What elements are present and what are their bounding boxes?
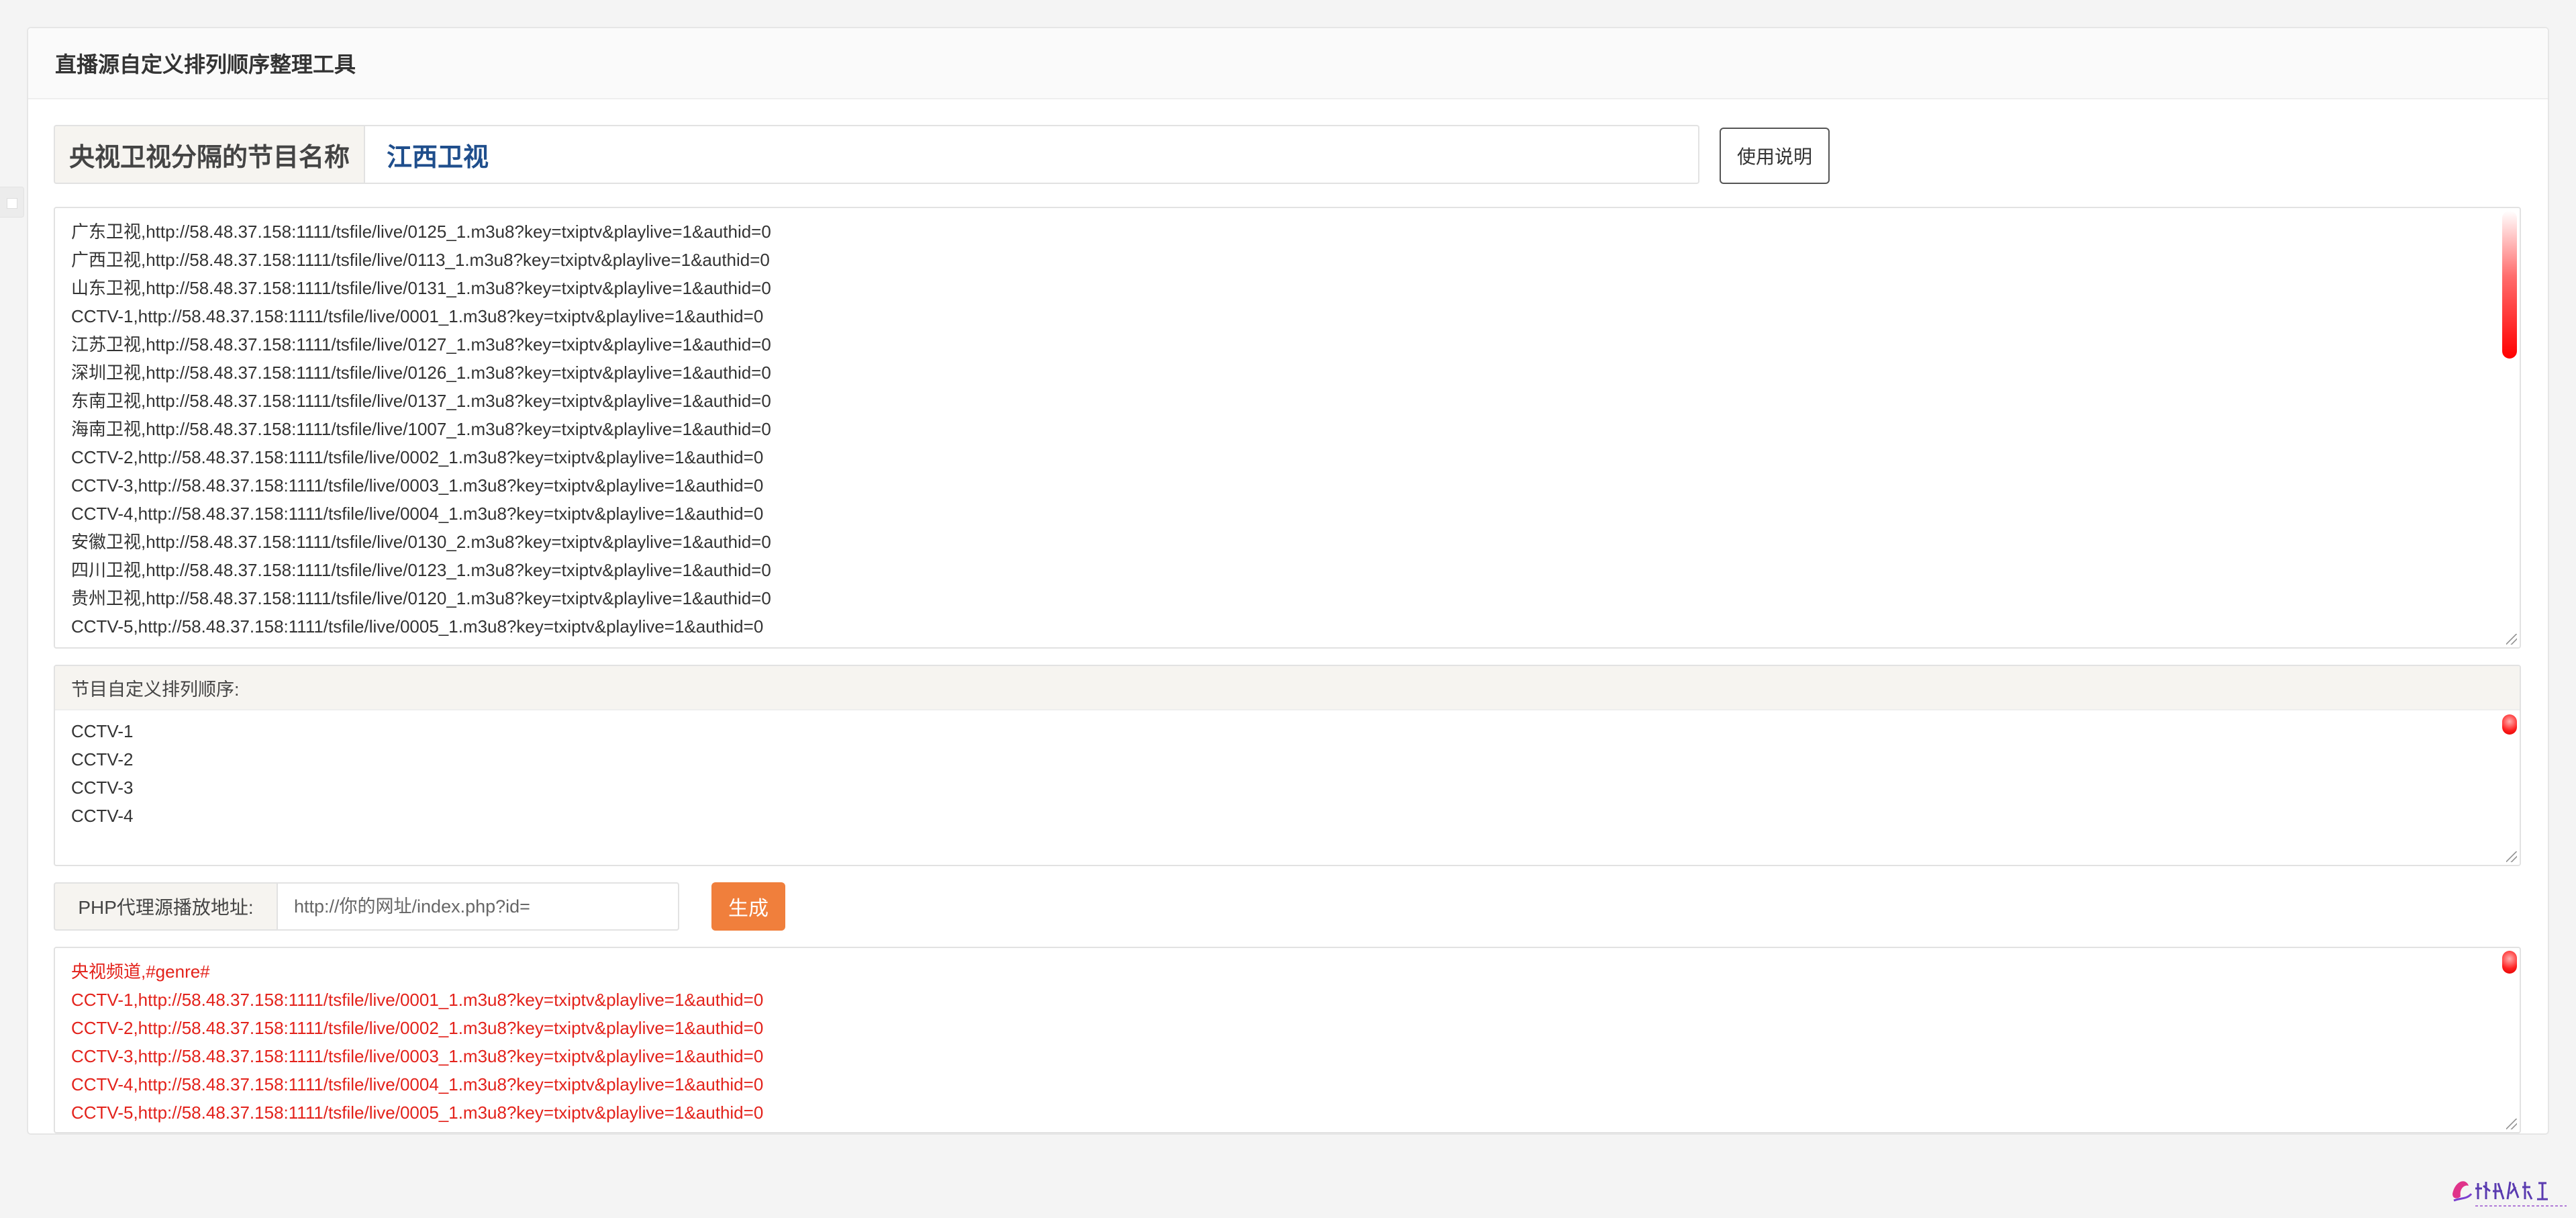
proxy-input-group: PHP代理源播放地址: — [54, 882, 679, 931]
output-line: 央视频道,#genre# — [71, 962, 210, 982]
scrollbar-thumb[interactable] — [2502, 714, 2517, 735]
output-line: CCTV-1,http://58.48.37.158:1111/tsfile/l… — [71, 990, 764, 1010]
order-section: 节目自定义排列顺序: CCTV-1 CCTV-2 CCTV-3 CCTV-4 — [54, 665, 2521, 866]
output-line: CCTV-5,http://58.48.37.158:1111/tsfile/l… — [71, 1103, 764, 1123]
output-line: CCTV-2,http://58.48.37.158:1111/tsfile/l… — [71, 1018, 764, 1038]
source-line: 深圳卫视,http://58.48.37.158:1111/tsfile/liv… — [71, 363, 771, 383]
separator-name-input[interactable] — [364, 125, 1699, 184]
order-line: CCTV-2 — [71, 749, 134, 769]
order-textarea[interactable]: CCTV-1 CCTV-2 CCTV-3 CCTV-4 — [55, 710, 2520, 830]
resize-handle[interactable] — [2506, 634, 2517, 645]
order-line: CCTV-1 — [71, 721, 134, 741]
site-logo-watermark — [2453, 1181, 2567, 1207]
source-line: CCTV-5,http://58.48.37.158:1111/tsfile/l… — [71, 616, 764, 637]
order-line: CCTV-4 — [71, 806, 134, 826]
scrollbar-thumb[interactable] — [2502, 951, 2517, 974]
source-textarea[interactable]: 广东卫视,http://58.48.37.158:1111/tsfile/liv… — [54, 207, 2521, 649]
source-line: 海南卫视,http://58.48.37.158:1111/tsfile/liv… — [71, 419, 771, 439]
order-label: 节目自定义排列顺序: — [55, 666, 2520, 710]
output-line: CCTV-4,http://58.48.37.158:1111/tsfile/l… — [71, 1074, 764, 1094]
side-toggle-tab[interactable] — [0, 187, 24, 218]
output-line: CCTV-3,http://58.48.37.158:1111/tsfile/l… — [71, 1046, 764, 1066]
source-line: 广西卫视,http://58.48.37.158:1111/tsfile/liv… — [71, 250, 770, 270]
source-line: 贵州卫视,http://58.48.37.158:1111/tsfile/liv… — [71, 588, 771, 608]
output-textarea[interactable]: 央视频道,#genre# CCTV-1,http://58.48.37.158:1… — [54, 947, 2521, 1133]
order-line: CCTV-3 — [71, 778, 134, 798]
source-line: 四川卫视,http://58.48.37.158:1111/tsfile/liv… — [71, 560, 771, 580]
scrollbar-thumb[interactable] — [2502, 211, 2517, 359]
panel-content: 央视卫视分隔的节目名称 使用说明 广东卫视,http://58.48.37.15… — [27, 27, 2549, 1135]
source-line: CCTV-4,http://58.48.37.158:1111/tsfile/l… — [71, 504, 764, 524]
source-line: 东南卫视,http://58.48.37.158:1111/tsfile/liv… — [71, 391, 771, 411]
source-lines: 广东卫视,http://58.48.37.158:1111/tsfile/liv… — [55, 208, 2520, 641]
help-button[interactable]: 使用说明 — [1720, 128, 1830, 184]
generate-button[interactable]: 生成 — [711, 882, 785, 931]
source-line: CCTV-3,http://58.48.37.158:1111/tsfile/l… — [71, 475, 764, 496]
source-line: 江苏卫视,http://58.48.37.158:1111/tsfile/liv… — [71, 334, 771, 355]
name-input-group: 央视卫视分隔的节目名称 — [54, 125, 1699, 184]
resize-handle[interactable] — [2506, 851, 2517, 862]
name-input-label: 央视卫视分隔的节目名称 — [54, 125, 364, 184]
output-lines: 央视频道,#genre# CCTV-1,http://58.48.37.158:1… — [55, 948, 2520, 1127]
source-line: CCTV-2,http://58.48.37.158:1111/tsfile/l… — [71, 447, 764, 467]
proxy-label: PHP代理源播放地址: — [54, 882, 277, 931]
source-line: 广东卫视,http://58.48.37.158:1111/tsfile/liv… — [71, 222, 771, 242]
resize-handle[interactable] — [2506, 1119, 2517, 1129]
source-line: 安徽卫视,http://58.48.37.158:1111/tsfile/liv… — [71, 532, 771, 552]
source-line: 山东卫视,http://58.48.37.158:1111/tsfile/liv… — [71, 278, 771, 298]
proxy-url-input[interactable] — [277, 882, 679, 931]
source-line: CCTV-1,http://58.48.37.158:1111/tsfile/l… — [71, 306, 764, 326]
